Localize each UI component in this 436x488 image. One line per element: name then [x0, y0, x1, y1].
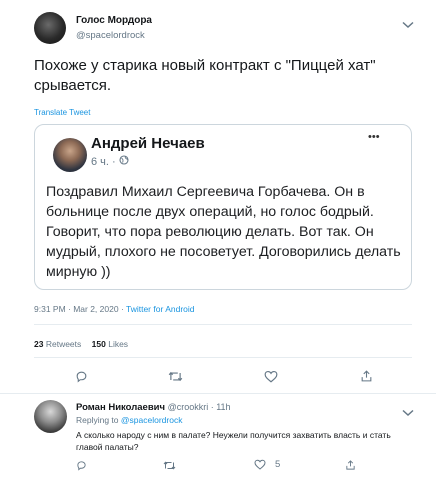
reply-text: А сколько народу с ним в палате? Неужели… [76, 430, 391, 452]
meta-separator: · [118, 304, 126, 314]
author-avatar[interactable] [34, 12, 66, 44]
share-icon[interactable] [360, 369, 373, 383]
reply-icon[interactable] [76, 460, 87, 471]
post-text: Поздравил Михаил Сергеевича Горбачева. О… [46, 184, 401, 280]
retweet-icon[interactable] [168, 370, 183, 383]
post-author-name: Андрей Нечаев [91, 135, 205, 152]
post-more-button[interactable]: ••• [368, 131, 380, 143]
chevron-down-icon[interactable] [402, 404, 414, 422]
retweets-label[interactable]: Retweets [46, 339, 81, 349]
likes-label[interactable]: Likes [108, 339, 128, 349]
reply-author-handle[interactable]: @crookkri [168, 402, 209, 412]
reply-author-avatar[interactable] [34, 400, 67, 433]
post-author-avatar [53, 138, 87, 172]
replying-to-label: Replying to [76, 415, 119, 425]
reply-icon[interactable] [75, 370, 88, 383]
translate-link[interactable]: Translate Tweet [34, 108, 90, 117]
reply-time[interactable]: · 11h [211, 402, 231, 412]
embedded-post-card[interactable]: Андрей Нечаев 6 ч. · ••• Поздравил Михаи… [34, 124, 412, 290]
reply-likes-count: 5 [275, 459, 281, 470]
heart-icon[interactable] [264, 370, 278, 383]
author-name[interactable]: Голос Мордора [76, 15, 152, 26]
reply-author-name[interactable]: Роман Николаевич [76, 402, 165, 413]
heart-icon[interactable] [254, 459, 266, 470]
replying-to-handle[interactable]: @spacelordrock [121, 415, 183, 425]
tweet-text: Похоже у старика новый контракт с "Пицце… [34, 57, 376, 94]
author-handle[interactable]: @spacelordrock [76, 30, 145, 41]
retweets-count[interactable]: 23 [34, 339, 43, 349]
post-time: 6 ч. · [91, 155, 116, 168]
share-icon[interactable] [345, 459, 356, 471]
tweet-timestamp[interactable]: 9:31 PM · Mar 2, 2020 [34, 304, 119, 314]
likes-count[interactable]: 150 [92, 339, 106, 349]
retweet-icon[interactable] [163, 460, 176, 471]
tweet-client[interactable]: Twitter for Android [126, 304, 195, 314]
globe-icon [119, 155, 129, 168]
chevron-down-icon[interactable] [402, 16, 414, 34]
reply-like-button[interactable]: 5 [254, 459, 280, 470]
